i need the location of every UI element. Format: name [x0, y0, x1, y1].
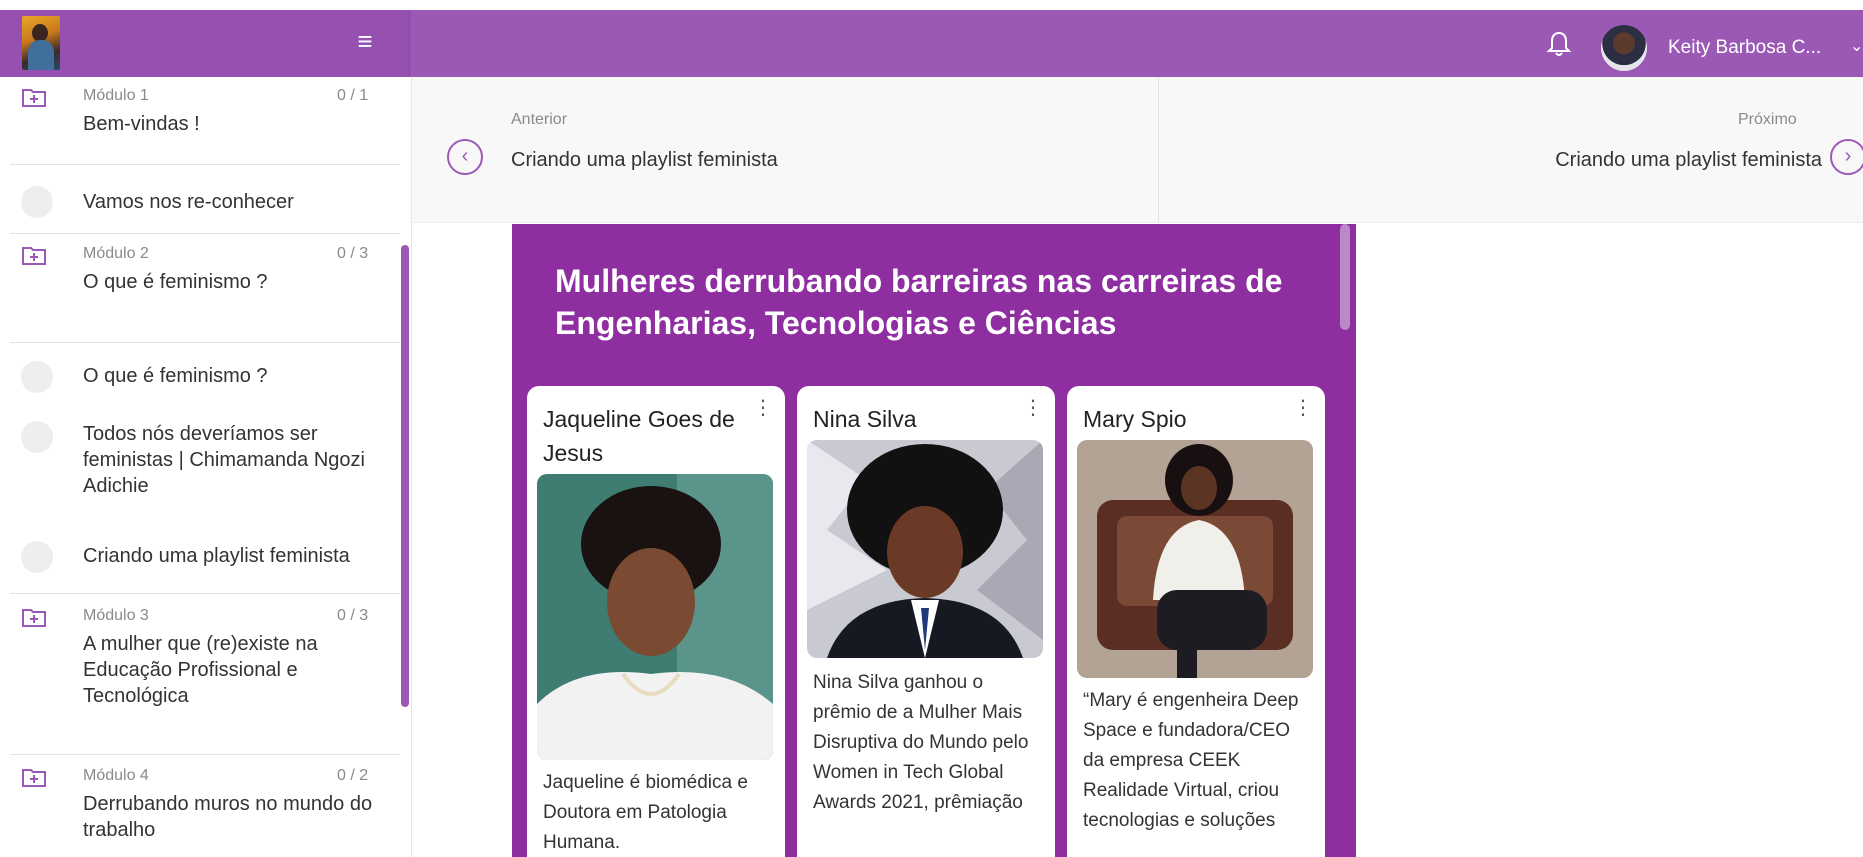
card-name: Nina Silva — [813, 406, 917, 432]
folder-plus-icon — [22, 769, 46, 787]
sidebar-lesson[interactable]: Criando uma playlist feminista — [10, 529, 400, 579]
card-description: Jaqueline é biomédica e Doutora em Patol… — [543, 772, 748, 853]
lesson-title: Vamos nos re-conhecer — [83, 191, 294, 213]
sidebar-lesson[interactable]: Vamos nos re-conhecer — [10, 171, 400, 231]
more-options-icon[interactable]: ⋮ — [753, 398, 773, 418]
chevron-left-icon[interactable]: ‹ — [447, 139, 483, 175]
sidebar: Módulo 1 0 / 1 Bem-vindas ! Vamos nos re… — [0, 77, 412, 857]
module-title: Derrubando muros no mundo do trabalho — [83, 793, 373, 841]
divider — [10, 593, 400, 594]
module-progress: 0 / 1 — [337, 87, 369, 104]
logo-figure — [28, 40, 54, 70]
lesson-status-icon — [21, 421, 53, 453]
module-progress: 0 / 3 — [337, 607, 369, 624]
lesson-navigation: ‹ Anterior Criando uma playlist feminist… — [412, 77, 1863, 223]
prev-lesson-link[interactable]: Criando uma playlist feminista — [511, 149, 778, 172]
divider — [10, 342, 400, 343]
chevron-down-icon[interactable]: ⌄ — [1850, 36, 1863, 56]
logo[interactable] — [22, 16, 60, 70]
profile-photo-image — [1077, 440, 1313, 678]
card-name: Jaqueline Goes de Jesus — [543, 406, 735, 466]
sidebar-module-2[interactable]: Módulo 2 0 / 3 O que é feminismo ? — [10, 237, 400, 322]
module-title: Bem-vindas ! — [83, 113, 200, 135]
folder-plus-icon — [22, 89, 46, 107]
lesson-title: Criando uma playlist feminista — [83, 545, 350, 567]
module-number: Módulo 4 — [83, 767, 149, 784]
module-progress: 0 / 2 — [337, 767, 369, 784]
next-lesson-link[interactable]: Criando uma playlist feminista — [1520, 149, 1822, 172]
profile-card[interactable]: Jaqueline Goes de Jesus ⋮ Jaqueline é bi… — [527, 386, 785, 857]
card-description: “Mary é engenheira Deep Space e fundador… — [1083, 690, 1299, 831]
chevron-right-icon[interactable]: › — [1830, 139, 1863, 175]
module-progress: 0 / 3 — [337, 245, 369, 262]
divider — [10, 754, 400, 755]
avatar[interactable] — [1601, 25, 1647, 71]
profile-photo-image — [807, 440, 1043, 658]
top-bar: ≡ Keity Barbosa C... ⌄ — [0, 10, 1863, 77]
more-options-icon[interactable]: ⋮ — [1023, 398, 1043, 418]
card-description: Nina Silva ganhou o prêmio de a Mulher M… — [813, 672, 1029, 813]
module-title: O que é feminismo ? — [83, 271, 268, 293]
lesson-status-icon — [21, 361, 53, 393]
card-name: Mary Spio — [1083, 406, 1187, 432]
module-number: Módulo 3 — [83, 607, 149, 624]
profile-photo — [1077, 440, 1313, 678]
folder-plus-icon — [22, 247, 46, 265]
brand-area: ≡ — [0, 10, 410, 77]
hamburger-icon[interactable]: ≡ — [354, 28, 376, 54]
lesson-title: Todos nós deveríamos ser feministas | Ch… — [83, 423, 365, 497]
sidebar-module-3[interactable]: Módulo 3 0 / 3 A mulher que (re)existe n… — [10, 597, 400, 727]
profile-photo — [537, 474, 773, 760]
profile-card[interactable]: Nina Silva ⋮ Nina Silva ganhou o prêmio … — [797, 386, 1055, 857]
more-options-icon[interactable]: ⋮ — [1293, 398, 1313, 418]
sidebar-lesson[interactable]: O que é feminismo ? — [10, 347, 400, 397]
divider — [10, 164, 400, 165]
module-number: Módulo 2 — [83, 245, 149, 262]
next-label: Próximo — [1738, 111, 1797, 128]
profile-card[interactable]: Mary Spio ⋮ “Mary é engenheira Deep Spac… — [1067, 386, 1325, 857]
sidebar-lesson[interactable]: Todos nós deveríamos ser feministas | Ch… — [10, 407, 400, 497]
nav-separator — [1158, 77, 1159, 223]
module-title: A mulher que (re)existe na Educação Prof… — [83, 633, 318, 707]
lesson-status-icon — [21, 541, 53, 573]
sidebar-module-4[interactable]: Módulo 4 0 / 2 Derrubando muros no mundo… — [10, 757, 400, 857]
folder-plus-icon — [22, 609, 46, 627]
content-headline: Mulheres derrubando barreiras nas carrei… — [555, 263, 1283, 341]
lesson-status-icon — [21, 186, 53, 218]
profile-photo — [807, 440, 1043, 658]
profile-photo-image — [537, 474, 773, 760]
sidebar-scrollbar[interactable] — [401, 245, 409, 707]
content-scrollbar[interactable] — [1340, 224, 1350, 330]
module-number: Módulo 1 — [83, 87, 149, 104]
lesson-title: O que é feminismo ? — [83, 365, 268, 387]
user-name[interactable]: Keity Barbosa C... — [1668, 37, 1821, 59]
bell-icon[interactable] — [1546, 30, 1572, 58]
sidebar-module-1[interactable]: Módulo 1 0 / 1 Bem-vindas ! — [10, 77, 400, 167]
divider — [10, 233, 400, 234]
lesson-content: Mulheres derrubando barreiras nas carrei… — [512, 224, 1356, 857]
prev-label: Anterior — [511, 111, 568, 128]
